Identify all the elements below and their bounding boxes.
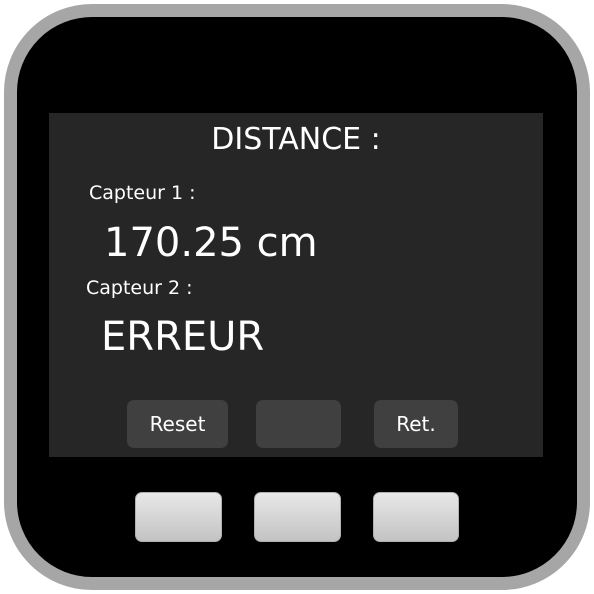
sensor-1-label: Capteur 1 : [89, 182, 196, 204]
sensor-2-label: Capteur 2 : [86, 277, 193, 299]
return-softkey[interactable]: Ret. [374, 400, 458, 448]
screen-title: DISTANCE : [211, 122, 381, 157]
sensor-2-value: ERREUR [101, 314, 265, 360]
reset-softkey[interactable]: Reset [127, 400, 228, 448]
hardware-button-right[interactable] [373, 492, 459, 542]
hardware-button-left[interactable] [135, 492, 222, 542]
hardware-button-middle[interactable] [254, 492, 341, 542]
middle-softkey[interactable] [256, 400, 341, 448]
sensor-1-value: 170.25 cm [104, 220, 318, 266]
display-screen: DISTANCE : Capteur 1 : 170.25 cm Capteur… [49, 113, 543, 457]
